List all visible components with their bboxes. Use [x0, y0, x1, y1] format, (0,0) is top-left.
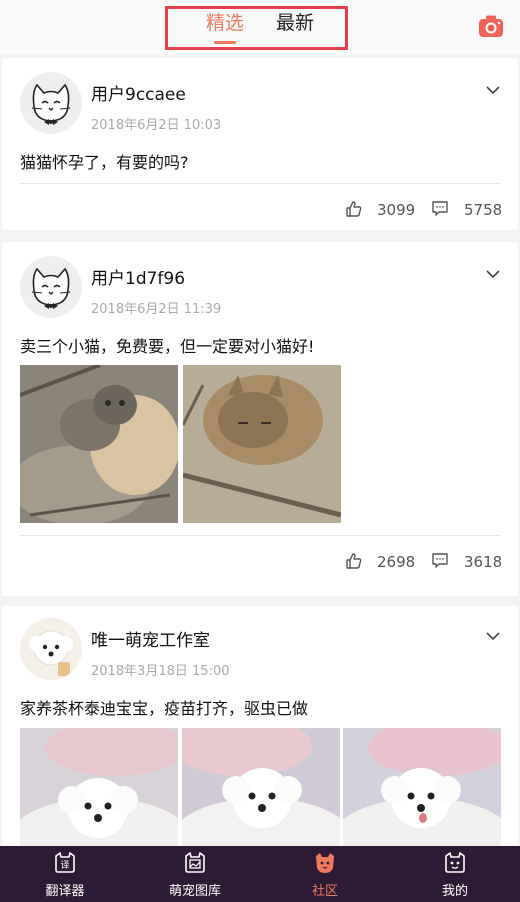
translate-icon: 译 [55, 852, 75, 873]
username[interactable]: 唯一萌宠工作室 [91, 626, 210, 651]
avatar[interactable] [20, 72, 82, 134]
post-card[interactable]: 用户1d7f96 2018年6月2日 11:39 卖三个小猫，免费要，但一定要对… [2, 242, 518, 596]
kittens-photo[interactable] [20, 365, 178, 523]
cat-cartoon-avatar-icon [31, 267, 71, 309]
nav-gallery[interactable]: 萌宠图库 [130, 846, 260, 902]
like-icon[interactable] [345, 552, 363, 570]
post-time: 2018年6月2日 10:03 [91, 118, 222, 133]
comment-count: 3618 [464, 553, 503, 571]
nav-community[interactable]: 社区 [260, 846, 390, 902]
tab-highlight-box [165, 6, 348, 50]
bottom-navigation: 译 翻译器 萌宠图库 社区 我的 [0, 846, 520, 902]
nav-label: 我的 [441, 884, 468, 899]
divider [20, 183, 500, 184]
post-time: 2018年3月18日 15:00 [91, 664, 230, 679]
like-count: 3099 [377, 201, 416, 219]
comment-icon[interactable] [431, 552, 449, 570]
comment-icon[interactable] [431, 200, 449, 218]
nav-translator[interactable]: 译 翻译器 [0, 846, 130, 902]
gallery-icon [185, 852, 205, 873]
post-time: 2018年6月2日 11:39 [91, 302, 222, 317]
nav-label: 翻译器 [45, 884, 85, 899]
white-puppy-avatar-icon [20, 618, 82, 680]
like-icon[interactable] [345, 200, 363, 218]
post-card[interactable]: 用户9ccaee 2018年6月2日 10:03 猫猫怀孕了，有要的吗? 309… [2, 58, 518, 230]
chevron-down-icon[interactable] [486, 269, 500, 279]
svg-text:译: 译 [60, 860, 69, 871]
post-card[interactable]: 唯一萌宠工作室 2018年3月18日 15:00 家养茶杯泰迪宝宝，疫苗打齐，驱… [2, 606, 518, 846]
white-puppy-photo[interactable] [343, 728, 501, 846]
username[interactable]: 用户1d7f96 [91, 264, 185, 289]
avatar[interactable] [20, 618, 82, 680]
profile-icon [445, 852, 465, 873]
nav-label: 萌宠图库 [168, 884, 221, 899]
cat-cartoon-avatar-icon [31, 83, 71, 125]
avatar[interactable] [20, 256, 82, 318]
like-count: 2698 [377, 553, 416, 571]
comment-count: 5758 [464, 201, 503, 219]
top-bar: 精选 最新 [0, 0, 520, 55]
post-text: 家养茶杯泰迪宝宝，疫苗打齐，驱虫已做 [20, 699, 309, 718]
post-text: 卖三个小猫，免费要，但一定要对小猫好! [20, 337, 315, 356]
divider [20, 535, 500, 536]
active-tab-indicator [214, 41, 236, 44]
username[interactable]: 用户9ccaee [91, 80, 186, 105]
nav-label: 社区 [311, 884, 338, 899]
nav-profile[interactable]: 我的 [390, 846, 520, 902]
tab-latest[interactable]: 最新 [276, 12, 314, 34]
camera-icon[interactable] [478, 14, 504, 38]
community-cat-icon [316, 853, 334, 873]
chevron-down-icon[interactable] [486, 631, 500, 641]
white-puppy-photo[interactable] [20, 728, 178, 846]
tabby-cat-photo[interactable] [183, 365, 341, 523]
white-puppy-photo[interactable] [182, 728, 340, 846]
tab-featured[interactable]: 精选 [206, 12, 244, 34]
chevron-down-icon[interactable] [486, 85, 500, 95]
post-text: 猫猫怀孕了，有要的吗? [20, 153, 189, 172]
